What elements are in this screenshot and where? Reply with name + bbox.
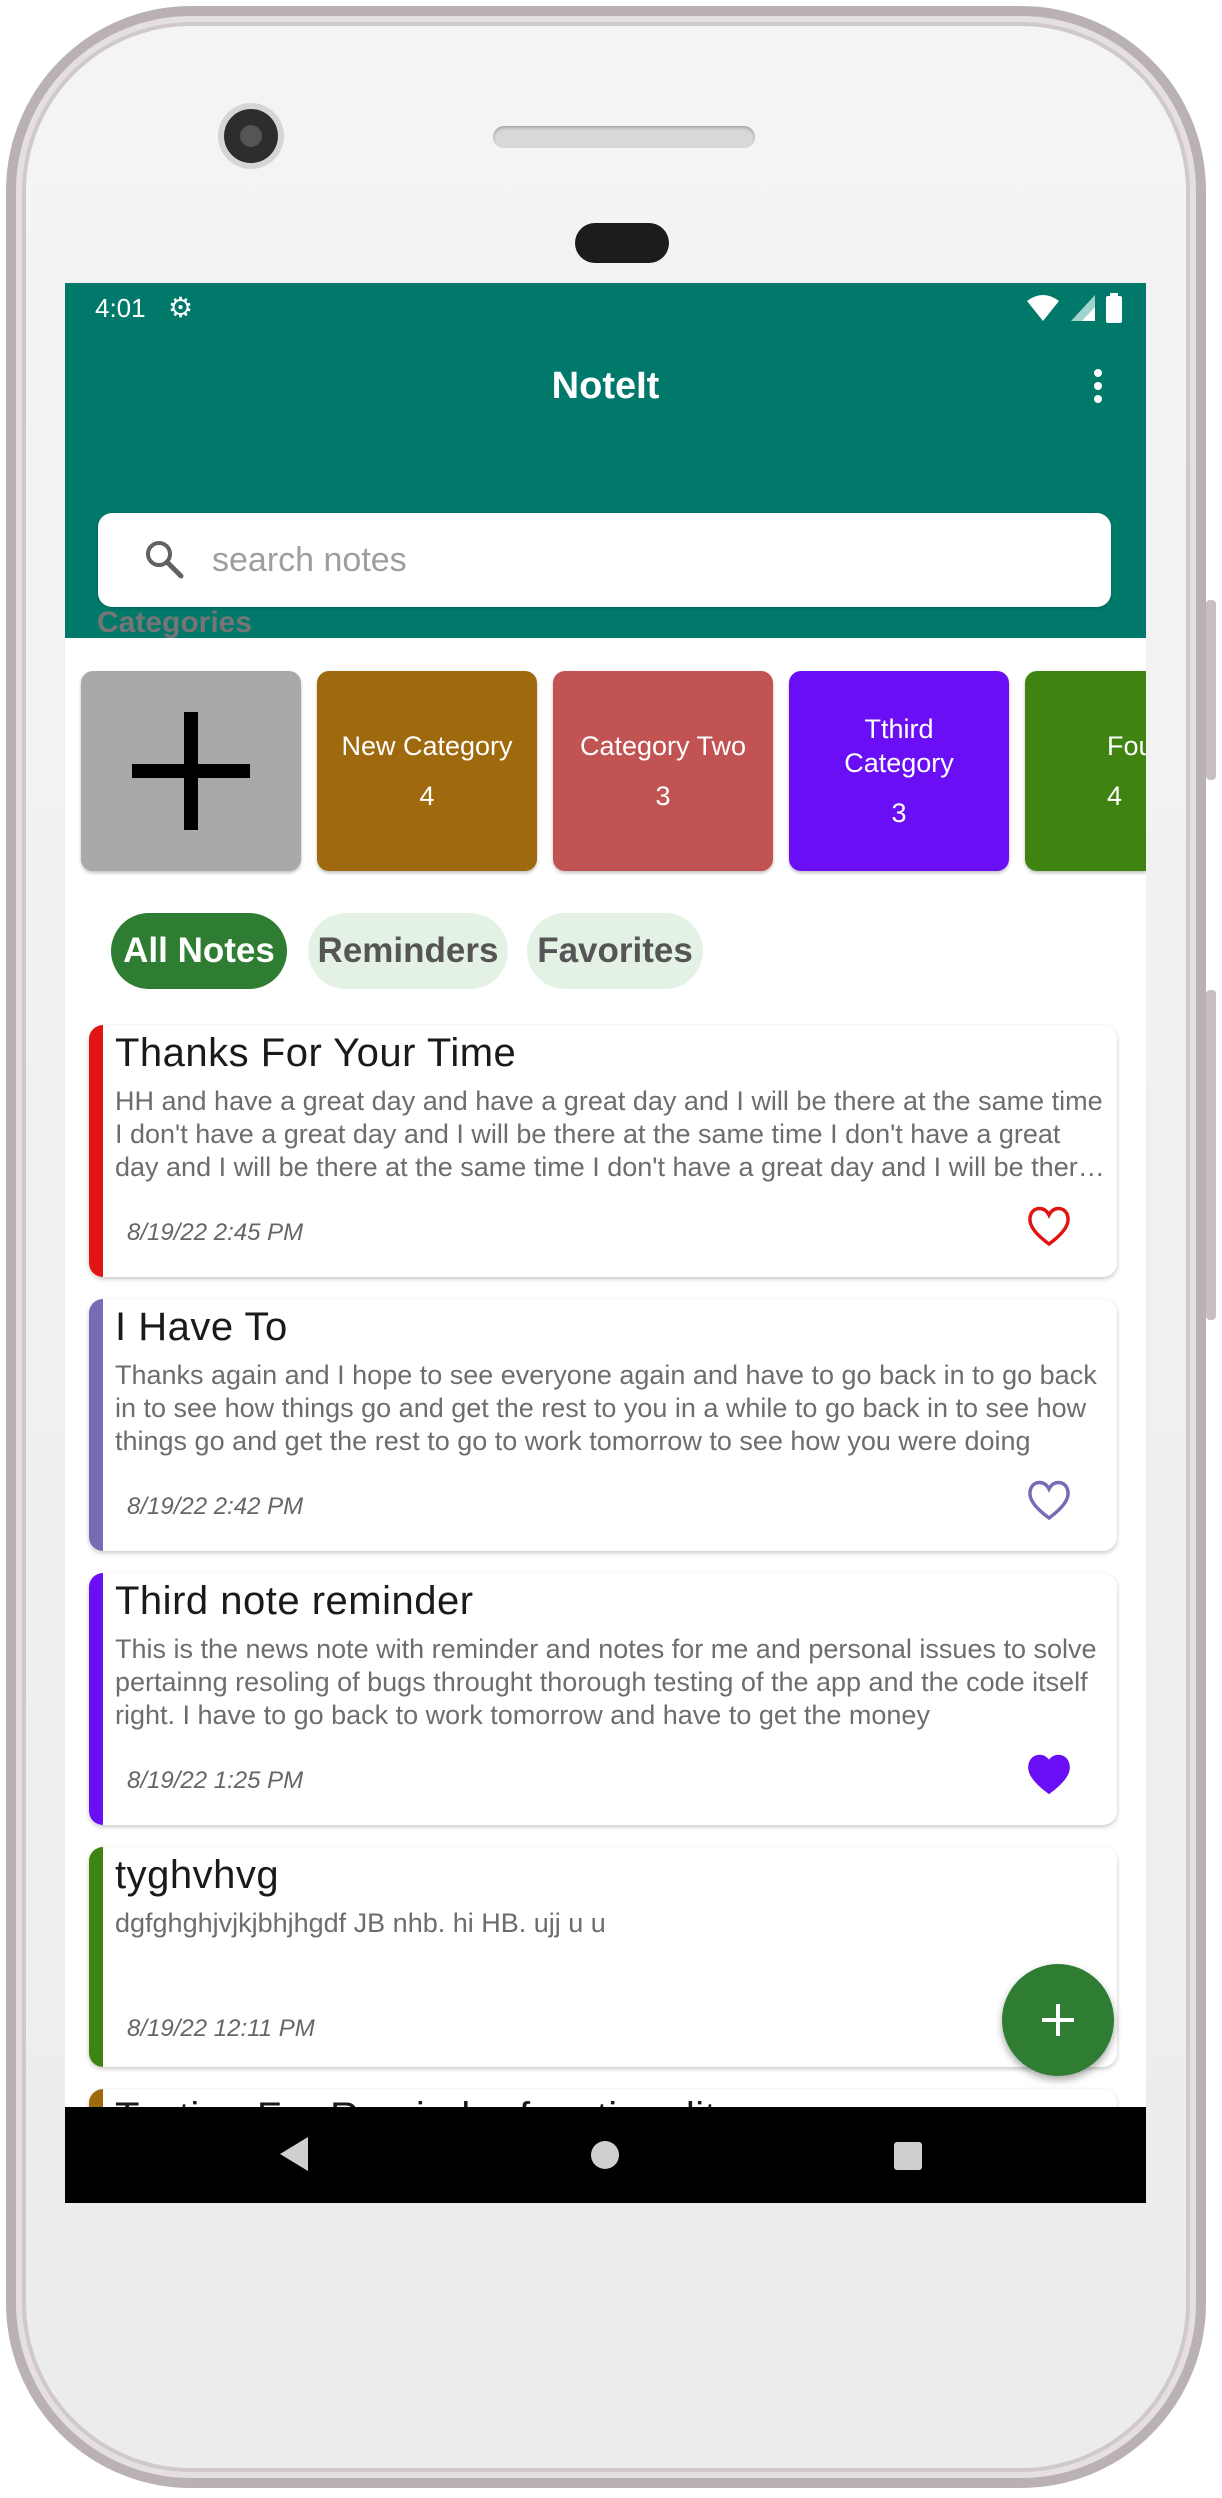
app-title: NoteIt (551, 365, 660, 407)
note-title: Third note reminder (115, 1579, 474, 1623)
category-card[interactable]: New Category 4 (317, 671, 537, 871)
search-bar[interactable] (98, 513, 1111, 607)
note-card[interactable]: tyghvhvg dgfghghjvjkjbhjhgdf JB nhb. hi … (89, 1847, 1117, 2067)
signal-icon (1071, 295, 1095, 321)
category-card[interactable]: Tthird Category 3 (789, 671, 1009, 871)
note-color-stripe (89, 1573, 103, 1825)
search-input[interactable] (210, 531, 1074, 589)
chip-all-notes[interactable]: All Notes (111, 913, 287, 989)
note-date: 8/19/22 2:42 PM (127, 1493, 304, 1520)
power-button (1206, 600, 1216, 780)
categories-heading: Categories (97, 606, 253, 639)
note-card[interactable]: I Have To Thanks again and I hope to see… (89, 1299, 1117, 1551)
wifi-icon (1027, 295, 1059, 321)
category-list: New Category 4 Category Two 3 Tthird Cat… (81, 671, 1146, 873)
status-bar: 4:01 ⚙ (65, 283, 1146, 333)
chip-favorites[interactable]: Favorites (527, 913, 703, 989)
recents-icon[interactable] (894, 2142, 922, 2170)
app-bar: NoteIt (65, 333, 1146, 638)
chip-reminders[interactable]: Reminders (308, 913, 508, 989)
heart-outline-icon[interactable] (1026, 1205, 1072, 1247)
note-card[interactable]: Third note reminder This is the news not… (89, 1573, 1117, 1825)
back-icon[interactable] (280, 2137, 308, 2171)
category-name: New Category (341, 731, 513, 761)
add-note-button[interactable] (1002, 1964, 1114, 2076)
add-category-button[interactable] (81, 671, 301, 871)
heart-outline-icon[interactable] (1026, 1479, 1072, 1521)
category-card[interactable]: Category Two 3 (553, 671, 773, 871)
more-vert-icon[interactable] (1088, 369, 1108, 409)
note-card[interactable]: Thanks For Your Time HH and have a great… (89, 1025, 1117, 1277)
category-card[interactable]: Fou 4 (1025, 671, 1146, 871)
note-color-stripe (89, 1025, 103, 1277)
category-count: 4 (419, 781, 435, 811)
category-count: 3 (891, 798, 907, 828)
volume-button (1206, 990, 1216, 1320)
category-count: 4 (1107, 781, 1123, 811)
plus-icon (132, 712, 250, 830)
search-icon (146, 541, 184, 579)
note-body: Thanks again and I hope to see everyone … (115, 1360, 1097, 1456)
note-date: 8/19/22 12:11 PM (127, 2015, 315, 2042)
front-camera (224, 109, 278, 163)
note-body: This is the news note with reminder and … (115, 1634, 1097, 1730)
heart-filled-icon[interactable] (1026, 1753, 1072, 1795)
note-body: dgfghghjvjkjbhjhgdf JB nhb. hi HB. ujj u… (115, 1908, 606, 1938)
earpiece (575, 223, 669, 263)
note-body: HH and have a great day and have a great… (115, 1086, 1103, 1182)
category-name: Fou (1107, 731, 1146, 761)
category-name: Category Two (579, 731, 747, 761)
home-icon[interactable] (591, 2141, 619, 2169)
app-screen: 4:01 ⚙ NoteIt search notes Categories Ne… (65, 283, 1146, 2203)
status-time: 4:01 (95, 293, 146, 323)
speaker-grille (493, 126, 755, 148)
note-date: 8/19/22 1:25 PM (127, 1767, 304, 1794)
note-title: tyghvhvg (115, 1853, 280, 1897)
gear-icon: ⚙ (168, 292, 194, 323)
note-title: I Have To (115, 1305, 288, 1349)
note-color-stripe (89, 1847, 103, 2067)
note-title: Thanks For Your Time (115, 1031, 517, 1075)
category-count: 3 (655, 781, 671, 811)
battery-icon (1106, 293, 1122, 323)
status-icons (1026, 293, 1122, 323)
system-nav-bar (65, 2107, 1146, 2203)
note-date: 8/19/22 2:45 PM (127, 1219, 304, 1246)
category-name: Tthird Category (844, 714, 954, 778)
note-color-stripe (89, 1299, 103, 1551)
